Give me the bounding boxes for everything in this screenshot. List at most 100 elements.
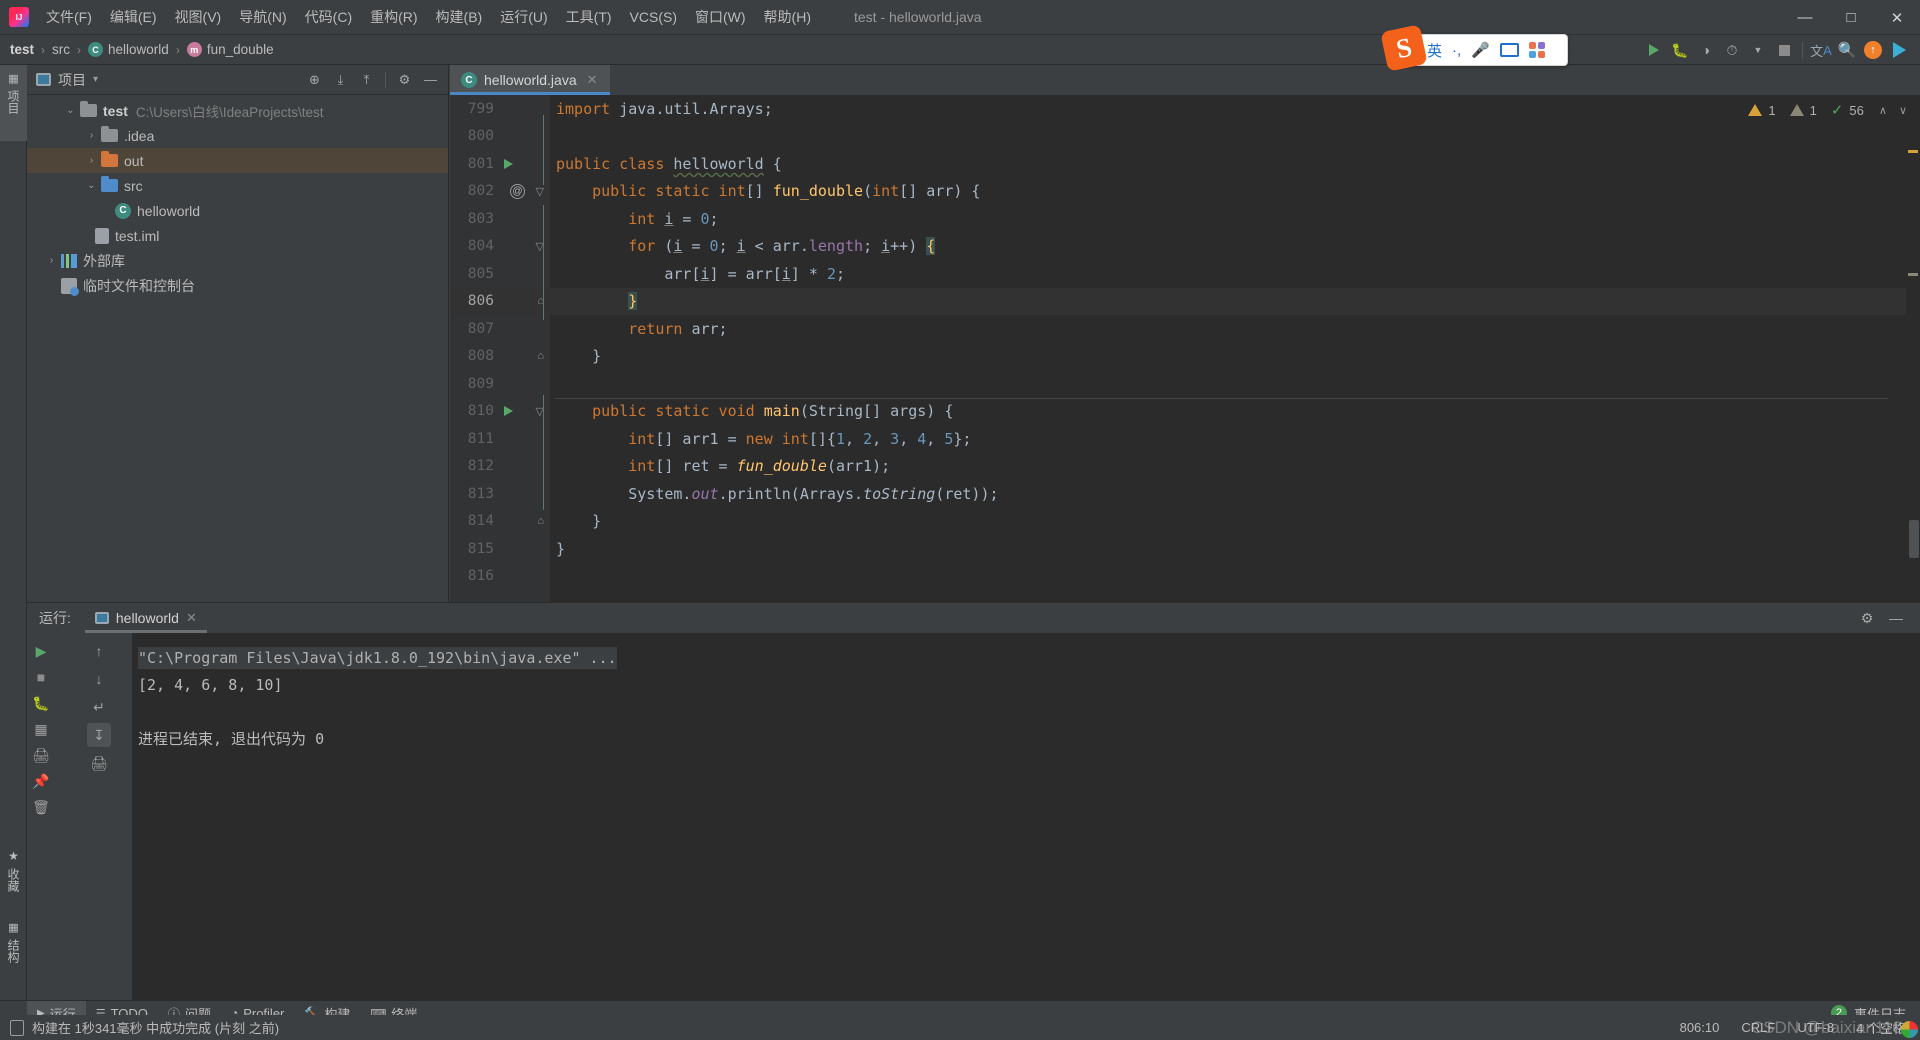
hide-window-icon[interactable]: — — [419, 68, 442, 91]
indent-setting[interactable]: 4 个空格 — [1856, 1018, 1906, 1037]
tree-item-helloworld[interactable]: C helloworld — [27, 198, 448, 223]
tree-item-out[interactable]: › out — [27, 148, 448, 173]
run-console-output[interactable]: "C:\Program Files\Java\jdk1.8.0_192\bin\… — [132, 633, 1920, 1001]
code-line[interactable]: 799 import java.util.Arrays; — [450, 95, 1920, 123]
code-text[interactable]: public static void main(String[] args) { — [550, 402, 953, 420]
code-line[interactable]: 811 int[] arr1 = new int[]{1, 2, 3, 4, 5… — [450, 425, 1920, 453]
profiler-icon[interactable]: ⏱ — [1719, 37, 1745, 63]
sidebar-tab-favorites[interactable]: ★ 收藏 — [0, 842, 27, 914]
project-window-title[interactable]: 项目 ▾ — [36, 70, 98, 90]
warning-marker[interactable] — [1908, 150, 1918, 153]
code-text[interactable]: public static int[] fun_double(int[] arr… — [550, 182, 980, 200]
line-number[interactable]: 811 — [450, 431, 502, 447]
breadcrumb-item-method[interactable]: m fun_double — [186, 42, 274, 57]
menu-item-refactor[interactable]: 重构(R) — [361, 3, 426, 31]
settings-gear-icon[interactable]: ⚙ — [1855, 606, 1879, 630]
tree-item-test-iml[interactable]: test.iml — [27, 223, 448, 248]
override-marker-icon[interactable]: @ — [510, 183, 525, 199]
inspection-widget[interactable]: 1 1 ✓ 56 ∧ ∨ — [1748, 101, 1910, 119]
menu-item-code[interactable]: 代码(C) — [296, 3, 361, 31]
line-separator[interactable]: CRLF — [1741, 1020, 1775, 1035]
chevron-down-icon[interactable]: ⌄ — [82, 180, 101, 191]
scroll-to-end-icon[interactable]: ↧ — [87, 723, 111, 747]
tree-item-external-libraries[interactable]: › 外部库 — [27, 248, 448, 273]
line-number[interactable]: 802 — [450, 183, 502, 199]
editor-scrollbar-thumb[interactable] — [1909, 520, 1919, 558]
run-tab-helloworld[interactable]: helloworld ✕ — [84, 603, 207, 633]
code-text[interactable]: import java.util.Arrays; — [550, 100, 773, 118]
code-line[interactable]: 810 ▽ public static void main(String[] ar… — [450, 397, 1920, 426]
ide-play-icon[interactable] — [1886, 37, 1912, 63]
ime-microphone-icon[interactable]: 🎤 — [1471, 41, 1490, 59]
rerun-icon[interactable]: ▶ — [29, 639, 53, 663]
menu-item-file[interactable]: 文件(F) — [37, 3, 101, 31]
menu-item-help[interactable]: 帮助(H) — [755, 3, 820, 31]
chevron-down-icon[interactable]: ⌄ — [61, 105, 80, 116]
fold-end-icon[interactable]: ⌂ — [537, 350, 544, 362]
code-line[interactable]: 800 — [450, 123, 1920, 151]
sogou-logo-icon[interactable]: S — [1380, 24, 1428, 72]
breadcrumb-item-project[interactable]: test — [10, 42, 34, 57]
minimize-button[interactable]: — — [1782, 0, 1828, 35]
expand-all-icon[interactable]: ⤓ — [329, 68, 352, 91]
ime-mode-label[interactable]: 英 — [1427, 40, 1442, 61]
code-text[interactable]: System.out.println(Arrays.toString(ret))… — [550, 485, 998, 503]
line-number[interactable]: 816 — [450, 568, 502, 584]
code-editor[interactable]: 799 import java.util.Arrays; 800 801 public … — [450, 95, 1920, 602]
code-text[interactable]: arr[i] = arr[i] * 2; — [550, 265, 845, 283]
scroll-up-icon[interactable]: ↑ — [87, 639, 111, 663]
trash-icon[interactable]: 🗑 — [29, 795, 53, 819]
chevron-right-icon[interactable]: › — [82, 130, 101, 141]
run-with-coverage-icon[interactable]: ◑ — [1693, 37, 1719, 63]
fold-collapse-icon[interactable]: ▽ — [536, 185, 544, 198]
gutter-marks[interactable]: @ ▽ — [502, 183, 550, 199]
line-number[interactable]: 807 — [450, 321, 502, 337]
code-line[interactable]: 803 int i = 0; — [450, 205, 1920, 233]
code-line[interactable]: 805 arr[i] = arr[i] * 2; — [450, 260, 1920, 288]
code-line[interactable]: 807 return arr; — [450, 315, 1920, 343]
chevron-right-icon[interactable]: › — [42, 255, 61, 266]
translate-icon[interactable]: 文A — [1808, 37, 1834, 63]
scroll-down-icon[interactable]: ↓ — [87, 667, 111, 691]
tree-item-scratches[interactable]: 临时文件和控制台 — [27, 273, 448, 298]
line-number[interactable]: 803 — [450, 211, 502, 227]
sogou-ime-bar[interactable]: 英 ·, 🎤 — [1404, 34, 1568, 66]
code-text[interactable]: } — [550, 540, 565, 558]
code-line[interactable]: 814 ⌂ } — [450, 508, 1920, 536]
code-text[interactable]: return arr; — [550, 320, 727, 338]
ime-punctuation-icon[interactable]: ·, — [1452, 42, 1461, 59]
code-text[interactable]: for (i = 0; i < arr.length; i++) { — [550, 237, 936, 256]
menu-item-tools[interactable]: 工具(T) — [557, 3, 621, 31]
debug-icon[interactable]: 🐛 — [29, 691, 53, 715]
sidebar-tab-structure[interactable]: ▦ 结构 — [0, 914, 27, 986]
close-button[interactable]: ✕ — [1874, 0, 1920, 35]
menu-item-edit[interactable]: 编辑(E) — [101, 3, 166, 31]
maximize-button[interactable]: □ — [1828, 0, 1874, 35]
chevron-down-icon[interactable]: ▼ — [1745, 37, 1771, 63]
line-number[interactable]: 806 — [450, 293, 502, 309]
menu-item-build[interactable]: 构建(B) — [427, 3, 492, 31]
code-line[interactable]: 806 ⌂ } — [450, 287, 1920, 315]
run-gutter-icon[interactable] — [504, 158, 513, 169]
chevron-down-icon[interactable]: ▾ — [93, 74, 98, 85]
code-text[interactable]: } — [550, 292, 638, 311]
dump-threads-icon[interactable]: ▦ — [29, 717, 53, 741]
previous-highlight-icon[interactable]: ∧ — [1876, 104, 1890, 117]
ime-keyboard-icon[interactable] — [1499, 43, 1519, 57]
update-icon[interactable]: ↑ — [1860, 37, 1886, 63]
close-icon[interactable]: ✕ — [587, 72, 598, 88]
code-text[interactable]: int[] ret = fun_double(arr1); — [550, 457, 890, 475]
code-text[interactable]: int[] arr1 = new int[]{1, 2, 3, 4, 5}; — [550, 430, 971, 448]
line-number[interactable]: 810 — [450, 403, 502, 419]
menu-item-navigate[interactable]: 导航(N) — [230, 3, 295, 31]
tree-item-test[interactable]: ⌄ test C:\Users\白线\IdeaProjects\test — [27, 98, 448, 123]
print-icon[interactable]: 🖨 — [29, 743, 53, 767]
debug-icon[interactable]: 🐛 — [1667, 37, 1693, 63]
line-number[interactable]: 808 — [450, 348, 502, 364]
code-line[interactable]: 816 — [450, 563, 1920, 591]
locate-icon[interactable]: ⊕ — [303, 68, 326, 91]
print-icon[interactable]: 🖨 — [87, 751, 111, 775]
tree-item-src[interactable]: ⌄ src — [27, 173, 448, 198]
line-number[interactable]: 805 — [450, 266, 502, 282]
code-line[interactable]: 813 System.out.println(Arrays.toString(r… — [450, 480, 1920, 508]
